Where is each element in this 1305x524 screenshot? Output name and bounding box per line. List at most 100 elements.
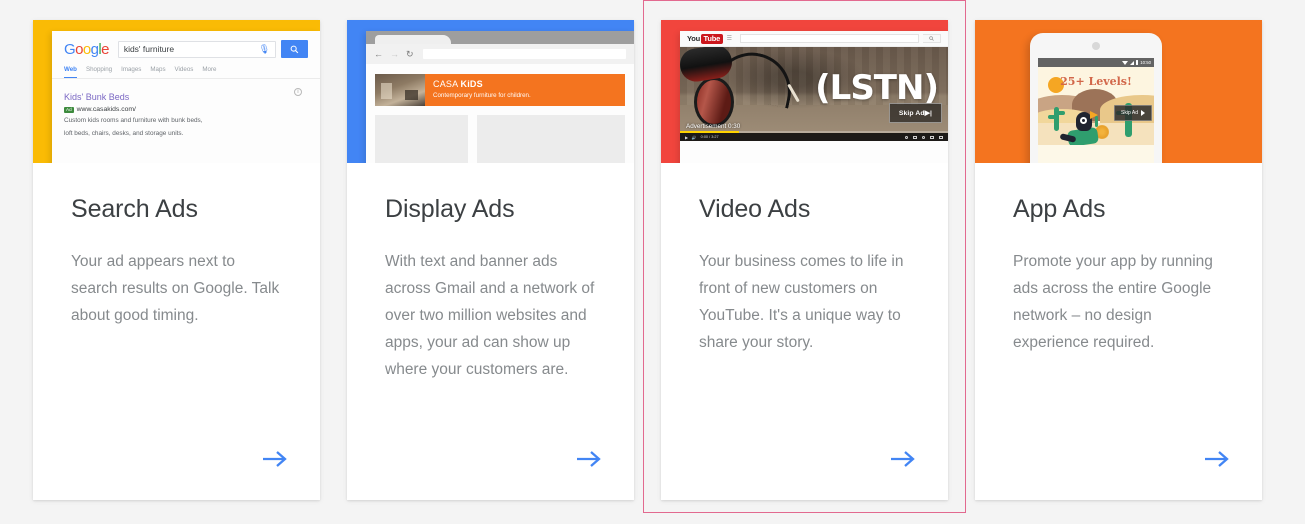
serp-search-row: Google kids' furniture 🎙 — [52, 31, 320, 64]
lstn-brand-overlay: (LSTN) — [815, 68, 939, 108]
card-video-ads[interactable]: You Tube ☰ (LSTN) Advertisement 0:30 Ski… — [661, 20, 948, 500]
thumbnail-search-ads: Google kids' furniture 🎙 Web Shopping Im… — [33, 20, 320, 163]
headphone-earcup — [694, 77, 734, 127]
thumbnail-video-ads: You Tube ☰ (LSTN) Advertisement 0:30 Ski… — [661, 20, 948, 163]
serp-tabs: Web Shopping Images Maps Videos More — [52, 66, 320, 79]
search-icon — [290, 45, 299, 53]
arrow-right-icon[interactable] — [260, 444, 290, 474]
skip-ad-label: Skip Ad — [1121, 110, 1138, 116]
game-headline: 25+ Levels! — [1060, 75, 1132, 88]
youtube-search-button[interactable] — [923, 34, 941, 43]
youtube-header: You Tube ☰ — [680, 31, 948, 47]
skip-ad-button[interactable]: Skip Ad▶| — [888, 103, 942, 123]
browser-mock: ← → ↻ CASA KiDS Contemporary furniture f… — [366, 31, 634, 163]
theater-mode-icon[interactable] — [930, 135, 934, 139]
google-logo: Google — [64, 40, 109, 58]
card-app-ads[interactable]: 10:50 25+ Levels! Skip Ad App Ads Promot… — [975, 20, 1262, 500]
video-controls: ▶ 🔊 0:00 / 3:27 — [680, 133, 948, 141]
card-body-app-ads: App Ads Promote your app by running ads … — [975, 163, 1262, 500]
browser-tab[interactable] — [375, 35, 451, 44]
card-title: Video Ads — [699, 195, 811, 223]
card-description: With text and banner ads across Gmail an… — [385, 253, 595, 378]
quality-icon[interactable] — [922, 135, 925, 139]
serp-tab-maps[interactable]: Maps — [150, 66, 165, 73]
status-time: 10:50 — [1140, 60, 1151, 65]
arrow-right-icon[interactable] — [888, 444, 918, 474]
banner-brand-light: CASA — [433, 79, 458, 89]
card-slot-video-ads: You Tube ☰ (LSTN) Advertisement 0:30 Ski… — [643, 0, 966, 513]
reload-icon[interactable]: ↻ — [406, 49, 414, 59]
video-stage[interactable]: (LSTN) Advertisement 0:30 Skip Ad▶| ▶ 🔊 … — [680, 47, 948, 141]
arrow-right-icon[interactable] — [1202, 444, 1232, 474]
skip-ad-label: Skip Ad — [898, 110, 925, 117]
ad-badge: Ad — [64, 106, 74, 113]
card-body-video-ads: Video Ads Your business comes to life in… — [661, 163, 948, 500]
signal-icon — [1129, 60, 1134, 65]
cactus-arm — [1057, 111, 1065, 115]
microphone-icon[interactable]: 🎙 — [259, 44, 270, 55]
serp-result-snippet-line1: Custom kids rooms and furniture with bun… — [64, 117, 203, 124]
banner-brand-bold: KiDS — [460, 79, 483, 89]
arrow-right-icon[interactable]: → — [390, 49, 399, 59]
video-time: 0:00 / 3:27 — [700, 135, 719, 139]
fullscreen-icon[interactable] — [939, 135, 943, 139]
serp-tab-shopping[interactable]: Shopping — [86, 66, 112, 73]
card-body-search-ads: Search Ads Your ad appears next to searc… — [33, 163, 320, 500]
card-description: Your ad appears next to search results o… — [71, 253, 280, 324]
gear-icon[interactable] — [905, 135, 908, 139]
serp-tab-web[interactable]: Web — [64, 66, 77, 78]
browser-address-bar[interactable] — [422, 49, 626, 59]
banner-brand: CASA KiDS — [433, 79, 531, 89]
card-display-ads[interactable]: ← → ↻ CASA KiDS Contemporary furniture f… — [347, 20, 634, 500]
character-beak — [1090, 111, 1098, 119]
battery-icon — [1135, 60, 1139, 65]
youtube-logo: You Tube — [687, 33, 723, 44]
wifi-icon — [1121, 60, 1128, 65]
video-controls-right — [905, 135, 943, 139]
youtube-mock: You Tube ☰ (LSTN) Advertisement 0:30 Ski… — [680, 31, 948, 163]
serp-search-button[interactable] — [281, 40, 308, 58]
browser-toolbar: ← → ↻ — [366, 44, 634, 64]
card-description: Promote your app by running ads across t… — [1013, 253, 1213, 351]
phone-mockup: 10:50 25+ Levels! Skip Ad — [1030, 33, 1162, 163]
ad-format-card-grid: Google kids' furniture 🎙 Web Shopping Im… — [0, 0, 1305, 524]
serp-tab-more[interactable]: More — [202, 66, 216, 73]
google-serp-mock: Google kids' furniture 🎙 Web Shopping Im… — [52, 31, 320, 163]
play-icon[interactable]: ▶ — [685, 135, 688, 140]
serp-result-url: www.casakids.com/ — [76, 106, 136, 113]
banner-product-photo — [375, 74, 425, 106]
card-slot-app-ads: 10:50 25+ Levels! Skip Ad App Ads Promot… — [975, 20, 1262, 500]
skip-next-icon — [1141, 110, 1145, 116]
page-content-placeholders — [375, 115, 625, 163]
browser-titlebar — [366, 31, 634, 44]
youtube-search-input[interactable] — [739, 34, 919, 43]
serp-result-title[interactable]: Kids' Bunk Beds — [64, 91, 308, 103]
serp-search-input[interactable]: kids' furniture 🎙 — [117, 40, 276, 58]
arrow-right-icon[interactable] — [574, 444, 604, 474]
youtube-logo-tube: Tube — [701, 33, 723, 44]
arrow-left-icon[interactable]: ← — [374, 49, 383, 59]
advertisement-label: Advertisement 0:30 — [686, 123, 741, 130]
captions-icon[interactable] — [913, 135, 917, 139]
status-bar: 10:50 — [1038, 58, 1154, 67]
content-block — [375, 115, 468, 163]
hamburger-icon[interactable]: ☰ — [727, 35, 732, 42]
volume-icon[interactable]: 🔊 — [692, 135, 697, 140]
thumbnail-display-ads: ← → ↻ CASA KiDS Contemporary furniture f… — [347, 20, 634, 163]
phone-screen: 10:50 25+ Levels! Skip Ad — [1038, 58, 1154, 163]
display-banner-ad[interactable]: CASA KiDS Contemporary furniture for chi… — [375, 74, 625, 106]
banner-tagline: Contemporary furniture for children. — [433, 91, 531, 99]
serp-query-text: kids' furniture — [123, 44, 175, 54]
banner-text: CASA KiDS Contemporary furniture for chi… — [425, 74, 531, 106]
serp-tab-images[interactable]: Images — [121, 66, 141, 73]
card-search-ads[interactable]: Google kids' furniture 🎙 Web Shopping Im… — [33, 20, 320, 500]
serp-result: Kids' Bunk Beds Ad www.casakids.com/ Cus… — [52, 79, 320, 138]
skip-ad-button[interactable]: Skip Ad — [1114, 105, 1152, 121]
info-icon[interactable]: i — [294, 88, 302, 96]
card-title: Display Ads — [385, 195, 515, 223]
thumbnail-app-ads: 10:50 25+ Levels! Skip Ad — [975, 20, 1262, 163]
serp-tab-videos[interactable]: Videos — [175, 66, 194, 73]
serp-result-snippet-line2: loft beds, chairs, desks, and storage un… — [64, 129, 184, 137]
card-title: Search Ads — [71, 195, 198, 223]
game-ad-creative[interactable]: 25+ Levels! Skip Ad — [1038, 67, 1154, 145]
